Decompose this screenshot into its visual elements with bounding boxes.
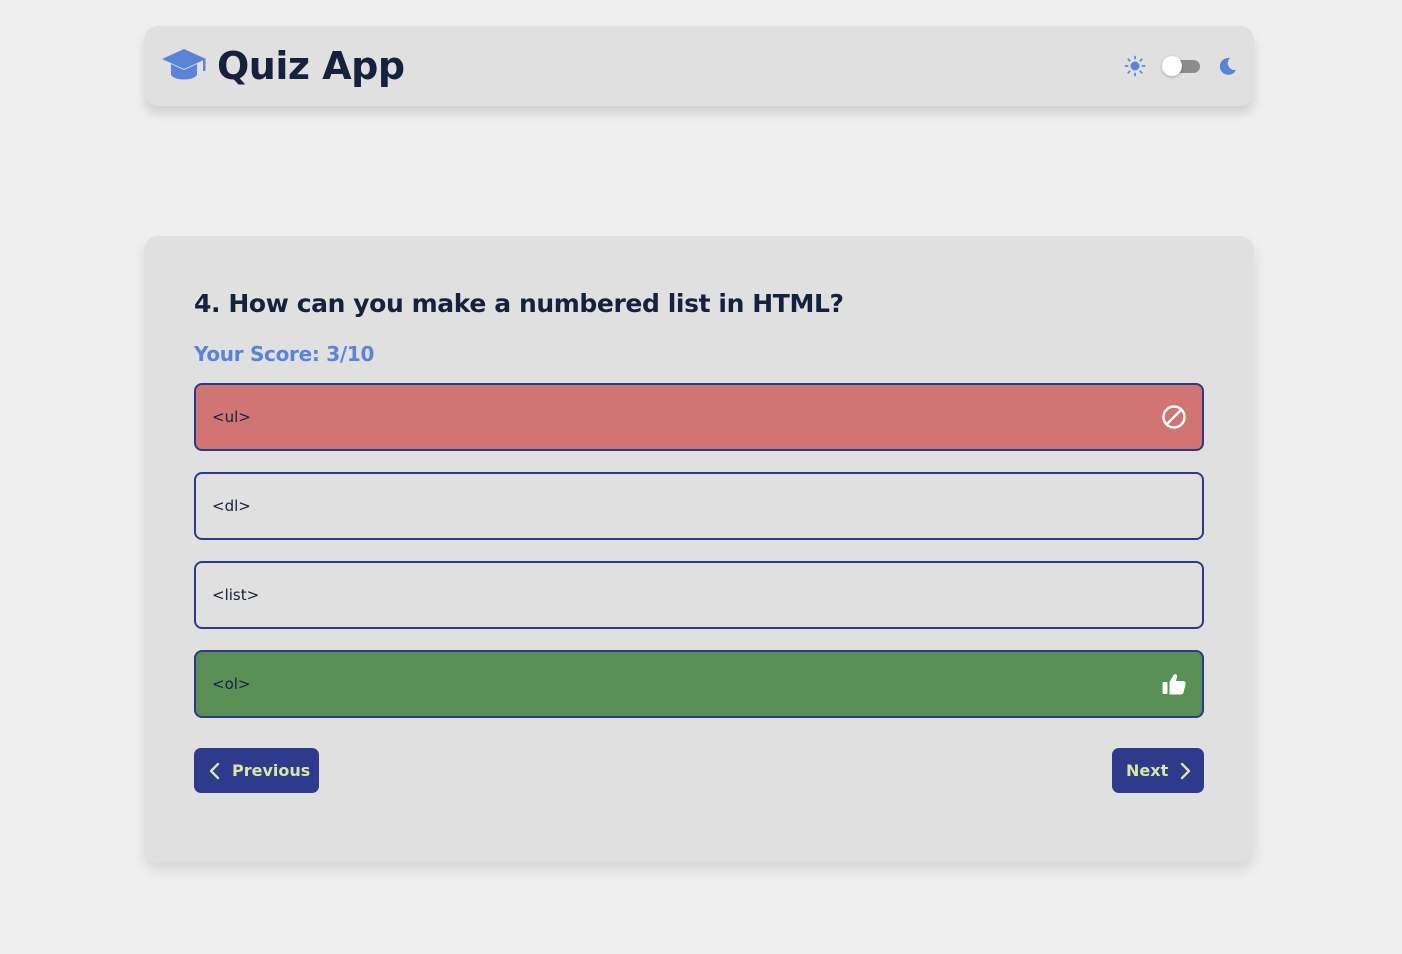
theme-controls [1124, 55, 1238, 77]
quiz-navigation: Previous Next [194, 748, 1204, 793]
chevron-right-icon [1178, 761, 1192, 781]
answer-option-correct[interactable]: <ol> [194, 650, 1204, 718]
answer-option[interactable]: <dl> [194, 472, 1204, 540]
toggle-knob[interactable] [1162, 56, 1182, 76]
graduation-cap-icon [161, 46, 207, 86]
moon-icon [1216, 55, 1238, 77]
answer-options: <ul> <dl> <list> <ol> [194, 383, 1204, 718]
chevron-left-icon [208, 761, 222, 781]
theme-toggle[interactable] [1162, 55, 1200, 77]
previous-button[interactable]: Previous [194, 748, 319, 793]
next-button[interactable]: Next [1112, 748, 1204, 793]
option-label: <list> [212, 586, 260, 604]
score-text: Your Score: 3/10 [194, 342, 375, 366]
previous-label: Previous [232, 761, 311, 780]
option-label: <ul> [212, 408, 251, 426]
brand: Quiz App [161, 44, 405, 88]
answer-option[interactable]: <list> [194, 561, 1204, 629]
next-label: Next [1126, 761, 1169, 780]
thumbs-up-icon [1160, 670, 1188, 698]
app-title: Quiz App [217, 44, 405, 88]
question-text: 4. How can you make a numbered list in H… [194, 289, 844, 318]
app-header: Quiz App [144, 26, 1254, 106]
ban-icon [1160, 403, 1188, 431]
option-label: <dl> [212, 497, 251, 515]
sun-icon [1124, 55, 1146, 77]
quiz-card: 4. How can you make a numbered list in H… [144, 236, 1254, 862]
option-label: <ol> [212, 675, 251, 693]
answer-option-wrong[interactable]: <ul> [194, 383, 1204, 451]
